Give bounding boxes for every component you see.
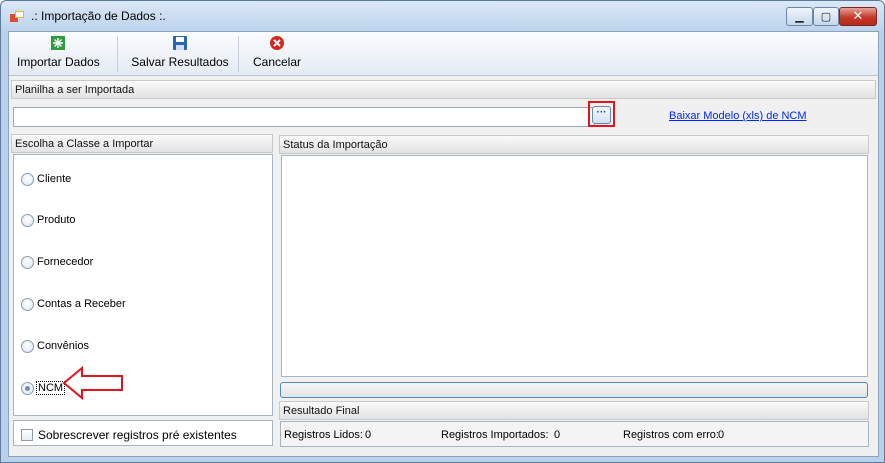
close-icon: ✕ <box>852 8 864 23</box>
result-section-title: Resultado Final <box>283 405 360 417</box>
client-area: Importar Dados Salvar Resultados Cancela… <box>8 31 879 457</box>
radio-button-fornecedor[interactable] <box>21 256 34 269</box>
radio-label-produto: Produto <box>37 214 76 226</box>
status-section-header: Status da Importação <box>279 135 869 154</box>
imported-records-value: 0 <box>554 429 561 441</box>
error-records-label: Registros com erro: <box>623 429 719 441</box>
toolbar: Importar Dados Salvar Resultados Cancela… <box>9 32 878 76</box>
title-bar[interactable]: .: Importação de Dados :. ▁ ▢ ✕ <box>1 1 884 31</box>
error-records-value: 0 <box>718 429 725 441</box>
window-title: .: Importação de Dados :. <box>31 9 166 23</box>
import-label: Importar Dados <box>17 55 100 69</box>
browse-button[interactable]: ··· <box>592 106 611 124</box>
cancel-button[interactable]: Cancelar <box>249 35 305 73</box>
class-section-header: Escolha a Classe a Importar <box>11 134 273 153</box>
ellipsis-icon: ··· <box>596 107 607 118</box>
save-icon <box>173 36 187 50</box>
radio-button-convenios[interactable] <box>21 340 34 353</box>
import-button[interactable]: Importar Dados <box>17 35 100 73</box>
class-options-panel <box>13 154 273 416</box>
radio-label-cliente: Cliente <box>37 173 72 185</box>
spreadsheet-path-input[interactable] <box>13 107 595 127</box>
radio-label-contas-a-receber: Contas a Receber <box>37 298 126 310</box>
maximize-icon: ▢ <box>820 11 832 23</box>
app-icon <box>10 11 24 22</box>
spreadsheet-section-title: Planilha a ser Importada <box>15 84 135 96</box>
radio-label-fornecedor: Fornecedor <box>37 256 94 268</box>
import-window: .: Importação de Dados :. ▁ ▢ ✕ Importar… <box>0 0 885 463</box>
toolbar-separator <box>238 36 239 72</box>
result-section-header: Resultado Final <box>279 401 869 420</box>
radio-label-convenios: Convênios <box>37 340 89 352</box>
radio-label-ncm: NCM <box>35 381 66 395</box>
imported-records-label: Registros Importados: <box>441 429 549 441</box>
save-label: Salvar Resultados <box>131 55 229 69</box>
class-section-title: Escolha a Classe a Importar <box>15 138 154 150</box>
radio-button-ncm[interactable] <box>21 382 34 395</box>
import-icon <box>51 36 65 50</box>
read-records-value: 0 <box>365 429 372 441</box>
download-template-link[interactable]: Baixar Modelo (xls) de NCM <box>669 110 807 122</box>
maximize-button[interactable]: ▢ <box>813 7 839 26</box>
status-log-area[interactable] <box>281 155 868 377</box>
arrow-annotation-icon <box>62 366 123 400</box>
radio-button-cliente[interactable] <box>21 173 34 186</box>
toolbar-separator <box>117 36 118 72</box>
spreadsheet-section-header: Planilha a ser Importada <box>11 80 876 99</box>
cancel-label: Cancelar <box>252 55 302 69</box>
overwrite-checkbox[interactable] <box>21 429 33 441</box>
save-results-button[interactable]: Salvar Resultados <box>131 35 229 73</box>
overwrite-label: Sobrescrever registros pré existentes <box>38 428 237 442</box>
cancel-icon <box>270 36 284 50</box>
minimize-button[interactable]: ▁ <box>786 7 813 26</box>
radio-button-contas-a-receber[interactable] <box>21 298 34 311</box>
minimize-icon: ▁ <box>795 11 804 23</box>
read-records-label: Registros Lidos: <box>284 429 363 441</box>
close-button[interactable]: ✕ <box>839 7 877 26</box>
radio-button-produto[interactable] <box>21 214 34 227</box>
import-progress-bar <box>280 382 868 398</box>
status-section-title: Status da Importação <box>283 139 388 151</box>
